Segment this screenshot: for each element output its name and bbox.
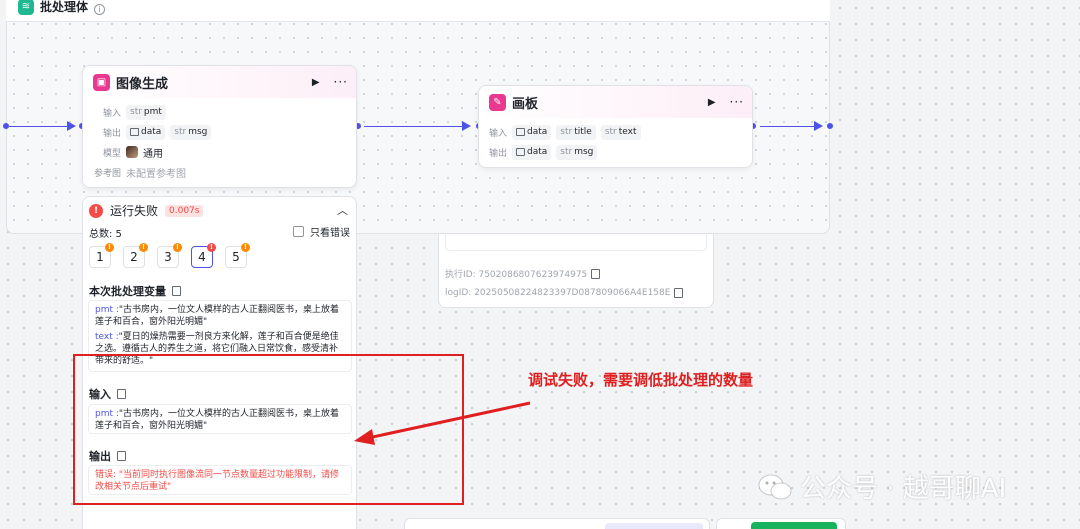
- run-button[interactable]: [751, 522, 837, 529]
- ref-label: 参考图: [93, 168, 121, 179]
- input-chip: str title: [556, 124, 596, 140]
- node-header: ▣ 图像生成 ▶ ···: [83, 66, 356, 98]
- arrow-head-icon: [462, 121, 471, 131]
- output-row: 输出 data str msg: [479, 142, 752, 162]
- copy-icon[interactable]: [172, 286, 181, 296]
- log-id: logID: 20250508224823397D087809066A4E158…: [445, 288, 671, 298]
- only-errors-toggle[interactable]: 只看错误: [293, 224, 350, 239]
- play-icon[interactable]: ▶: [312, 77, 320, 88]
- ref-value: 未配置参考图: [126, 168, 186, 180]
- model-value: 通用: [143, 148, 163, 160]
- ref-row: 参考图 未配置参考图: [83, 162, 356, 182]
- warning-icon: !: [241, 243, 250, 252]
- status-text: 运行失败: [110, 204, 159, 218]
- info-icon[interactable]: i: [94, 4, 106, 15]
- output-chip: data: [512, 144, 552, 160]
- batch-item[interactable]: 3!: [157, 243, 182, 268]
- duration-badge: 0.007s: [165, 204, 204, 217]
- warning-icon: !: [173, 243, 182, 252]
- collapse-icon[interactable]: ︿: [337, 202, 348, 218]
- model-row: 模型 通用: [83, 142, 356, 162]
- copy-icon[interactable]: [674, 288, 684, 298]
- var-key: pmt :: [95, 305, 119, 315]
- var-value: "古书房内，一位文人模样的古人正翻阅医书，桌上放着莲子和百合，窗外阳光明媚": [95, 305, 340, 327]
- edge-image-to-canvas: [364, 126, 464, 127]
- layers-icon: ≋: [18, 0, 34, 15]
- model-avatar: [126, 146, 138, 158]
- output-chip: str msg: [556, 144, 598, 160]
- log-id-row: logID: 20250508224823397D087809066A4E158…: [445, 288, 684, 298]
- input-chip: data: [512, 124, 552, 140]
- batch-item[interactable]: 5!: [225, 243, 250, 268]
- node-title: 画板: [512, 96, 539, 112]
- image-type-icon: [130, 128, 139, 136]
- batch-item-list: 1! 2! 3! 4! 5!: [89, 243, 250, 270]
- image-icon: ▣: [93, 73, 110, 91]
- watermark: 公众号 · 越哥聊AI: [758, 468, 1006, 505]
- input-row: 输入 data str title str text: [479, 122, 752, 142]
- exec-id: 执行ID: 7502086807623974975: [445, 270, 588, 280]
- image-generation-node[interactable]: ▣ 图像生成 ▶ ··· 输入 str pmt 输出 data str msg 模型…: [82, 65, 357, 188]
- output-chip: data: [126, 124, 166, 140]
- more-icon[interactable]: ···: [730, 95, 744, 109]
- model-label: 模型: [102, 148, 121, 159]
- arrow-head-icon: [67, 121, 76, 131]
- output-chip: str msg: [170, 124, 212, 140]
- error-icon: !: [207, 243, 216, 252]
- input-chip: str text: [600, 124, 641, 140]
- node-header: ✎ 画板 ▶ ···: [479, 86, 752, 118]
- canvas-node[interactable]: ✎ 画板 ▶ ··· 输入 data str title str text 输出 d…: [478, 85, 753, 168]
- bottom-action-bar: [716, 518, 846, 529]
- play-icon[interactable]: ▶: [708, 97, 716, 108]
- copy-icon[interactable]: [591, 268, 601, 279]
- edge-in: [9, 126, 69, 127]
- batch-item-selected[interactable]: 4!: [191, 243, 216, 268]
- batch-header: ≋ 批处理体 i: [6, 0, 830, 22]
- pen-icon: ✎: [489, 93, 506, 111]
- node-title: 图像生成: [116, 76, 169, 92]
- more-icon[interactable]: ···: [334, 75, 348, 89]
- output-label: 输出: [489, 148, 508, 159]
- annotation-arrow: [354, 401, 531, 445]
- batch-item[interactable]: 2!: [123, 243, 148, 268]
- warning-icon: !: [105, 243, 114, 252]
- input-label: 输入: [102, 108, 121, 119]
- input-chip: str pmt: [126, 104, 166, 120]
- exec-id-row: 执行ID: 7502086807623974975: [445, 267, 601, 280]
- total-count: 总数: 5: [89, 229, 122, 240]
- arrow-head-icon: [814, 121, 823, 131]
- edge-out: [760, 126, 816, 127]
- batch-vars-title: 本次批处理变量: [89, 285, 166, 298]
- watermark-text: 公众号 · 越哥聊AI: [800, 474, 1007, 504]
- output-label: 输出: [102, 128, 121, 139]
- wechat-icon: [758, 474, 792, 499]
- only-errors-label: 只看错误: [310, 228, 350, 239]
- input-label: 输入: [489, 128, 508, 139]
- image-type-icon: [516, 148, 525, 156]
- error-icon: !: [89, 203, 103, 218]
- image-type-icon: [516, 128, 525, 136]
- var-key: text :: [95, 332, 119, 342]
- annotation-text: 调试失败，需要调低批处理的数量: [528, 371, 754, 389]
- status-row: ! 运行失败 0.007s: [89, 202, 204, 219]
- output-row: 输出 data str msg: [83, 122, 356, 142]
- checkbox[interactable]: [293, 226, 304, 237]
- right-output-port[interactable]: [827, 123, 833, 129]
- toolbar-tab[interactable]: [605, 523, 703, 529]
- batch-vars-header: 本次批处理变量: [89, 283, 181, 299]
- batch-item[interactable]: 1!: [89, 243, 114, 268]
- bottom-toolbar: [404, 518, 710, 529]
- input-row: 输入 str pmt: [83, 102, 356, 122]
- batch-title: 批处理体: [40, 0, 89, 14]
- warning-icon: !: [139, 243, 148, 252]
